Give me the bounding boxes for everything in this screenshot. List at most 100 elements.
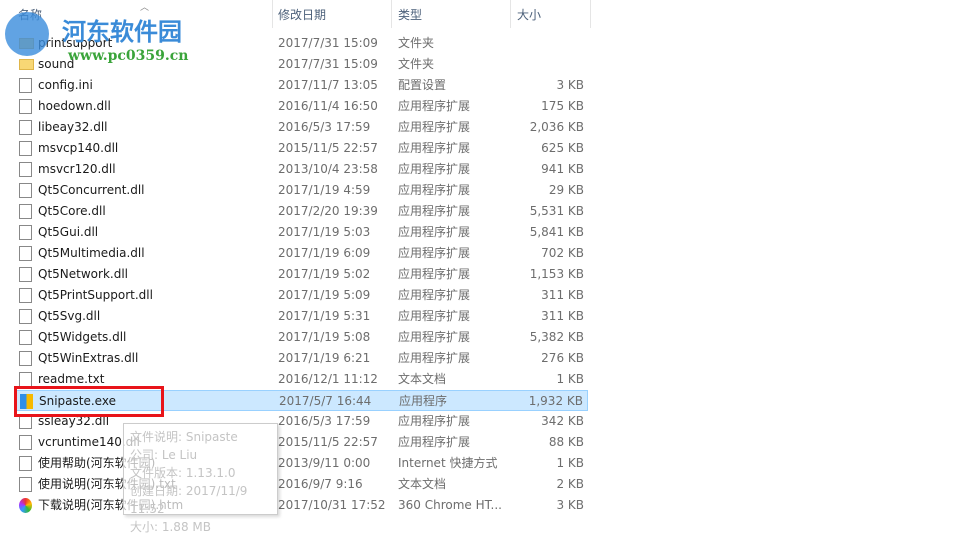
file-date: 2017/1/19 5:31 (278, 309, 371, 323)
file-type: 360 Chrome HT... (398, 498, 502, 512)
file-type: 应用程序扩展 (398, 309, 471, 323)
file-name: config.ini (38, 78, 93, 92)
file-size: 2,036 KB (529, 120, 584, 134)
column-divider[interactable] (510, 0, 511, 28)
file-type: 应用程序扩展 (398, 204, 471, 218)
file-size: 1 KB (556, 372, 584, 386)
file-size: 5,841 KB (529, 225, 584, 239)
file-date: 2017/7/31 15:09 (278, 57, 378, 71)
file-size: 342 KB (541, 414, 584, 428)
file-size: 311 KB (541, 288, 584, 302)
file-name: libeay32.dll (38, 120, 108, 134)
watermark-url: www.pc0359.cn (68, 48, 189, 64)
file-date: 2017/11/7 13:05 (278, 78, 378, 92)
file-size: 88 KB (548, 435, 584, 449)
file-icon (19, 204, 32, 219)
file-row[interactable]: Qt5Gui.dll 2017/1/19 5:03 应用程序扩展 5,841 K… (15, 222, 588, 243)
file-icon (19, 435, 32, 450)
file-date: 2013/10/4 23:58 (278, 162, 378, 176)
file-icon (19, 288, 32, 303)
file-row[interactable]: msvcr120.dll 2013/10/4 23:58 应用程序扩展 941 … (15, 159, 588, 180)
file-row[interactable]: Qt5PrintSupport.dll 2017/1/19 5:09 应用程序扩… (15, 285, 588, 306)
file-size: 941 KB (541, 162, 584, 176)
file-type: 应用程序扩展 (398, 288, 471, 302)
column-divider[interactable] (272, 0, 273, 28)
file-icon (19, 99, 32, 114)
file-type: 应用程序扩展 (398, 183, 471, 197)
file-name: Qt5Svg.dll (38, 309, 101, 323)
web-icon (19, 498, 32, 513)
file-row[interactable]: hoedown.dll 2016/11/4 16:50 应用程序扩展 175 K… (15, 96, 588, 117)
file-row[interactable]: Qt5Concurrent.dll 2017/1/19 4:59 应用程序扩展 … (15, 180, 588, 201)
file-row[interactable]: Qt5WinExtras.dll 2017/1/19 6:21 应用程序扩展 2… (15, 348, 588, 369)
column-divider[interactable] (391, 0, 392, 28)
watermark-title: 河东软件园 (62, 17, 182, 46)
file-date: 2013/9/11 0:00 (278, 456, 371, 470)
column-divider[interactable] (590, 0, 591, 28)
file-size: 5,531 KB (529, 204, 584, 218)
file-date: 2017/1/19 5:03 (278, 225, 371, 239)
file-row[interactable]: Qt5Network.dll 2017/1/19 5:02 应用程序扩展 1,1… (15, 264, 588, 285)
file-type: 应用程序扩展 (398, 162, 471, 176)
file-row[interactable]: libeay32.dll 2016/5/3 17:59 应用程序扩展 2,036… (15, 117, 588, 138)
file-name: Qt5Network.dll (38, 267, 128, 281)
file-icon (19, 309, 32, 324)
file-icon (19, 183, 32, 198)
file-row[interactable]: 使用帮助(河东软件园) 2013/9/11 0:00 Internet 快捷方式… (15, 453, 588, 474)
file-size: 175 KB (541, 99, 584, 113)
tooltip-line: 公司: Le Liu (130, 448, 198, 462)
column-size[interactable]: 大小 (517, 6, 541, 23)
file-icon (19, 372, 32, 387)
tooltip-line: 大小: 1.88 MB (130, 520, 211, 534)
file-type: 配置设置 (398, 78, 447, 92)
file-size: 1,932 KB (528, 394, 583, 408)
file-icon (19, 141, 32, 156)
file-date: 2016/12/1 11:12 (278, 372, 378, 386)
file-size: 702 KB (541, 246, 584, 260)
file-row[interactable]: 使用说明(河东软件园).txt 2016/9/7 9:16 文本文档 2 KB (15, 474, 588, 495)
file-name: Qt5Gui.dll (38, 225, 99, 239)
file-row[interactable]: Qt5Widgets.dll 2017/1/19 5:08 应用程序扩展 5,3… (15, 327, 588, 348)
file-date: 2017/2/20 19:39 (278, 204, 378, 218)
file-size: 625 KB (541, 141, 584, 155)
file-icon (19, 78, 32, 93)
file-type: 应用程序扩展 (398, 120, 471, 134)
file-date: 2017/1/19 5:02 (278, 267, 371, 281)
file-date: 2017/1/19 5:08 (278, 330, 371, 344)
file-icon (19, 225, 32, 240)
file-date: 2017/1/19 4:59 (278, 183, 371, 197)
file-date: 2017/10/31 17:52 (278, 498, 386, 512)
file-type: 应用程序 (399, 394, 448, 408)
file-row[interactable]: Qt5Svg.dll 2017/1/19 5:31 应用程序扩展 311 KB (15, 306, 588, 327)
tooltip-line: 文件说明: Snipaste (130, 430, 238, 444)
column-type[interactable]: 类型 (398, 6, 422, 23)
column-date[interactable]: 修改日期 (278, 6, 326, 23)
file-date: 2016/5/3 17:59 (278, 414, 371, 428)
file-tooltip: 文件说明: Snipaste 公司: Le Liu 文件版本: 1.13.1.0 创建… (123, 423, 278, 534)
file-name: Qt5Widgets.dll (38, 330, 127, 344)
file-row[interactable]: 下载说明(河东软件园).htm 2017/10/31 17:52 360 Chr… (15, 495, 588, 516)
file-row[interactable]: vcruntime140.dll 2015/11/5 22:57 应用程序扩展 … (15, 432, 588, 453)
file-date: 2016/5/3 17:59 (278, 120, 371, 134)
file-size: 1,153 KB (529, 267, 584, 281)
file-row[interactable]: config.ini 2017/11/7 13:05 配置设置 3 KB (15, 75, 588, 96)
file-type: 应用程序扩展 (398, 351, 471, 365)
file-type: 应用程序扩展 (398, 225, 471, 239)
file-icon (19, 267, 32, 282)
file-size: 3 KB (556, 498, 584, 512)
file-row[interactable]: msvcp140.dll 2015/11/5 22:57 应用程序扩展 625 … (15, 138, 588, 159)
file-name: Qt5WinExtras.dll (38, 351, 139, 365)
file-type: 文件夹 (398, 57, 435, 71)
file-row[interactable]: Qt5Multimedia.dll 2017/1/19 6:09 应用程序扩展 … (15, 243, 588, 264)
file-type: 应用程序扩展 (398, 435, 471, 449)
file-icon (19, 330, 32, 345)
file-row[interactable]: Qt5Core.dll 2017/2/20 19:39 应用程序扩展 5,531… (15, 201, 588, 222)
file-type: 文本文档 (398, 372, 447, 386)
folder-icon (19, 59, 34, 70)
file-icon (19, 246, 32, 261)
file-icon (19, 351, 32, 366)
file-date: 2016/11/4 16:50 (278, 99, 378, 113)
file-date: 2017/1/19 5:09 (278, 288, 371, 302)
file-type: 应用程序扩展 (398, 141, 471, 155)
file-name: msvcp140.dll (38, 141, 119, 155)
